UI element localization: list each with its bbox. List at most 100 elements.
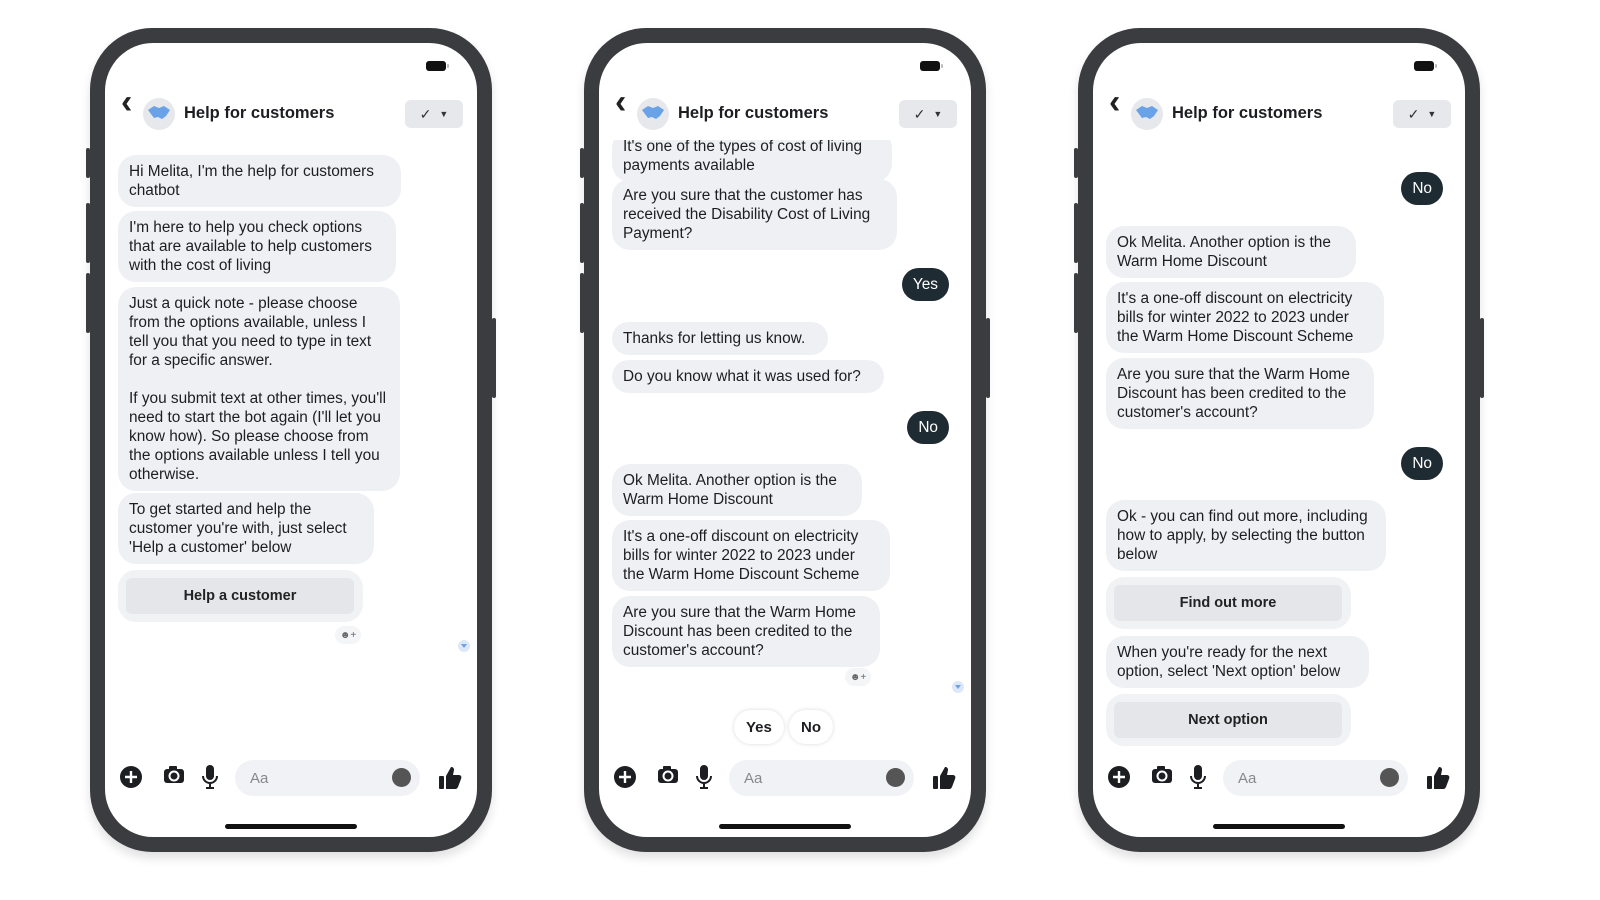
camera-icon[interactable] [1151,765,1175,790]
back-button[interactable]: ‹ [121,85,132,119]
thumbs-up-icon[interactable] [438,766,462,795]
add-reaction-button[interactable]: ☻+ [845,668,871,686]
handshake-icon [1135,104,1159,125]
message-input[interactable]: Aa [235,760,420,796]
button-card: Find out more [1106,577,1351,629]
incoming-message: When you're ready for the next option, s… [1106,636,1369,688]
add-reaction-button[interactable]: ☻+ [335,626,361,644]
back-button[interactable]: ‹ [615,85,626,119]
input-placeholder: Aa [1238,770,1257,787]
side-button [1074,273,1078,333]
phone-1: ‹ Help for customers ✓ ▼ Hi Melita, I'm the … [86,28,496,852]
incoming-message: Are you sure that the Warm Home Discount… [1106,358,1374,429]
microphone-icon[interactable] [202,765,218,794]
chat-title: Help for customers [678,104,829,122]
seen-avatar-icon [952,681,964,693]
outgoing-message: No [907,411,949,444]
chat-title: Help for customers [1172,104,1323,122]
incoming-message: Ok Melita. Another option is the Warm Ho… [1106,226,1356,278]
thumbs-up-icon[interactable] [932,766,956,795]
incoming-message: It's a one-off discount on electricity b… [612,520,890,591]
microphone-icon[interactable] [1190,765,1206,794]
incoming-message: Thanks for letting us know. [612,322,828,355]
input-placeholder: Aa [744,770,763,787]
phone-screen: ‹ Help for customers ✓ ▼ Hi Melita, I'm the … [105,43,477,837]
side-button [1074,203,1078,263]
handshake-icon [147,104,171,125]
caret-down-icon: ▼ [1427,109,1437,119]
check-icon: ✓ [419,105,432,122]
avatar [1131,98,1163,130]
incoming-message: I'm here to help you check options that … [118,211,396,282]
incoming-message: Just a quick note - please choose from t… [118,287,400,491]
message-input[interactable]: Aa [729,760,914,796]
battery-icon [920,61,943,71]
camera-icon[interactable] [163,765,187,790]
microphone-icon[interactable] [696,765,712,794]
home-indicator[interactable] [719,824,851,829]
side-button [86,148,90,178]
side-button [580,203,584,263]
battery-icon [1414,61,1437,71]
chat-title: Help for customers [184,104,335,122]
side-button [986,318,990,398]
caret-down-icon: ▼ [439,109,449,119]
caret-down-icon: ▼ [933,109,943,119]
find-out-more-button[interactable]: Find out more [1114,585,1342,621]
help-a-customer-button[interactable]: Help a customer [126,578,354,614]
phone-screen: ‹Help for customers✓▼Do you know what it… [1093,43,1465,837]
camera-icon[interactable] [657,765,681,790]
side-button [86,203,90,263]
side-button [86,273,90,333]
quick-reply-yes[interactable]: Yes [734,710,784,744]
emoji-icon[interactable] [1380,768,1399,787]
incoming-message: Hi Melita, I'm the help for customers ch… [118,155,401,207]
side-button [492,318,496,398]
mark-done-button[interactable]: ✓ ▼ [405,100,463,128]
phone-3: ‹Help for customers✓▼Do you know what it… [1074,28,1484,852]
check-icon: ✓ [1407,105,1420,122]
incoming-message: Are you sure that the customer has recei… [612,179,897,250]
side-button [1480,318,1484,398]
input-placeholder: Aa [250,770,269,787]
side-button [580,273,584,333]
incoming-message: Ok Melita. Another option is the Warm Ho… [612,464,862,516]
emoji-icon[interactable] [886,768,905,787]
side-button [580,148,584,178]
mark-done-button[interactable]: ✓ ▼ [899,100,957,128]
message-input[interactable]: Aa [1223,760,1408,796]
message-list[interactable]: Hi Melita, I'm the help for customers ch… [105,140,477,750]
incoming-message: Do you know what it was used for? [612,360,884,393]
home-indicator[interactable] [225,824,357,829]
outgoing-message: No [1401,447,1443,480]
plus-icon[interactable] [120,766,142,793]
message-list[interactable]: Do you know what it was used for?NoOk Me… [1093,140,1465,750]
emoji-icon[interactable] [392,768,411,787]
plus-icon[interactable] [1108,766,1130,793]
side-button [1074,148,1078,178]
home-indicator[interactable] [1213,824,1345,829]
message-list[interactable]: It's one of the types of cost of living … [599,140,971,750]
incoming-message: It's one of the types of cost of living … [612,140,892,182]
phone-2: ‹ Help for customers ✓ ▼ It's one of the typ… [580,28,990,852]
seen-avatar-icon [458,640,470,652]
back-button[interactable]: ‹ [1109,85,1120,119]
quick-reply-no[interactable]: No [789,710,833,744]
incoming-message: Are you sure that the Warm Home Discount… [612,596,880,667]
incoming-message: Ok - you can find out more, including ho… [1106,500,1386,571]
mark-done-button[interactable]: ✓ ▼ [1393,100,1451,128]
outgoing-message: Yes [901,268,949,301]
button-card: Next option [1106,694,1351,746]
button-card: Help a customer [118,570,363,622]
avatar [143,98,175,130]
plus-icon[interactable] [614,766,636,793]
incoming-message: To get started and help the customer you… [118,493,374,564]
avatar [637,98,669,130]
thumbs-up-icon[interactable] [1426,766,1450,795]
phone-screen: ‹ Help for customers ✓ ▼ It's one of the typ… [599,43,971,837]
battery-icon [426,61,449,71]
incoming-message: It's a one-off discount on electricity b… [1106,282,1384,353]
handshake-icon [641,104,665,125]
check-icon: ✓ [913,105,926,122]
next-option-button[interactable]: Next option [1114,702,1342,738]
